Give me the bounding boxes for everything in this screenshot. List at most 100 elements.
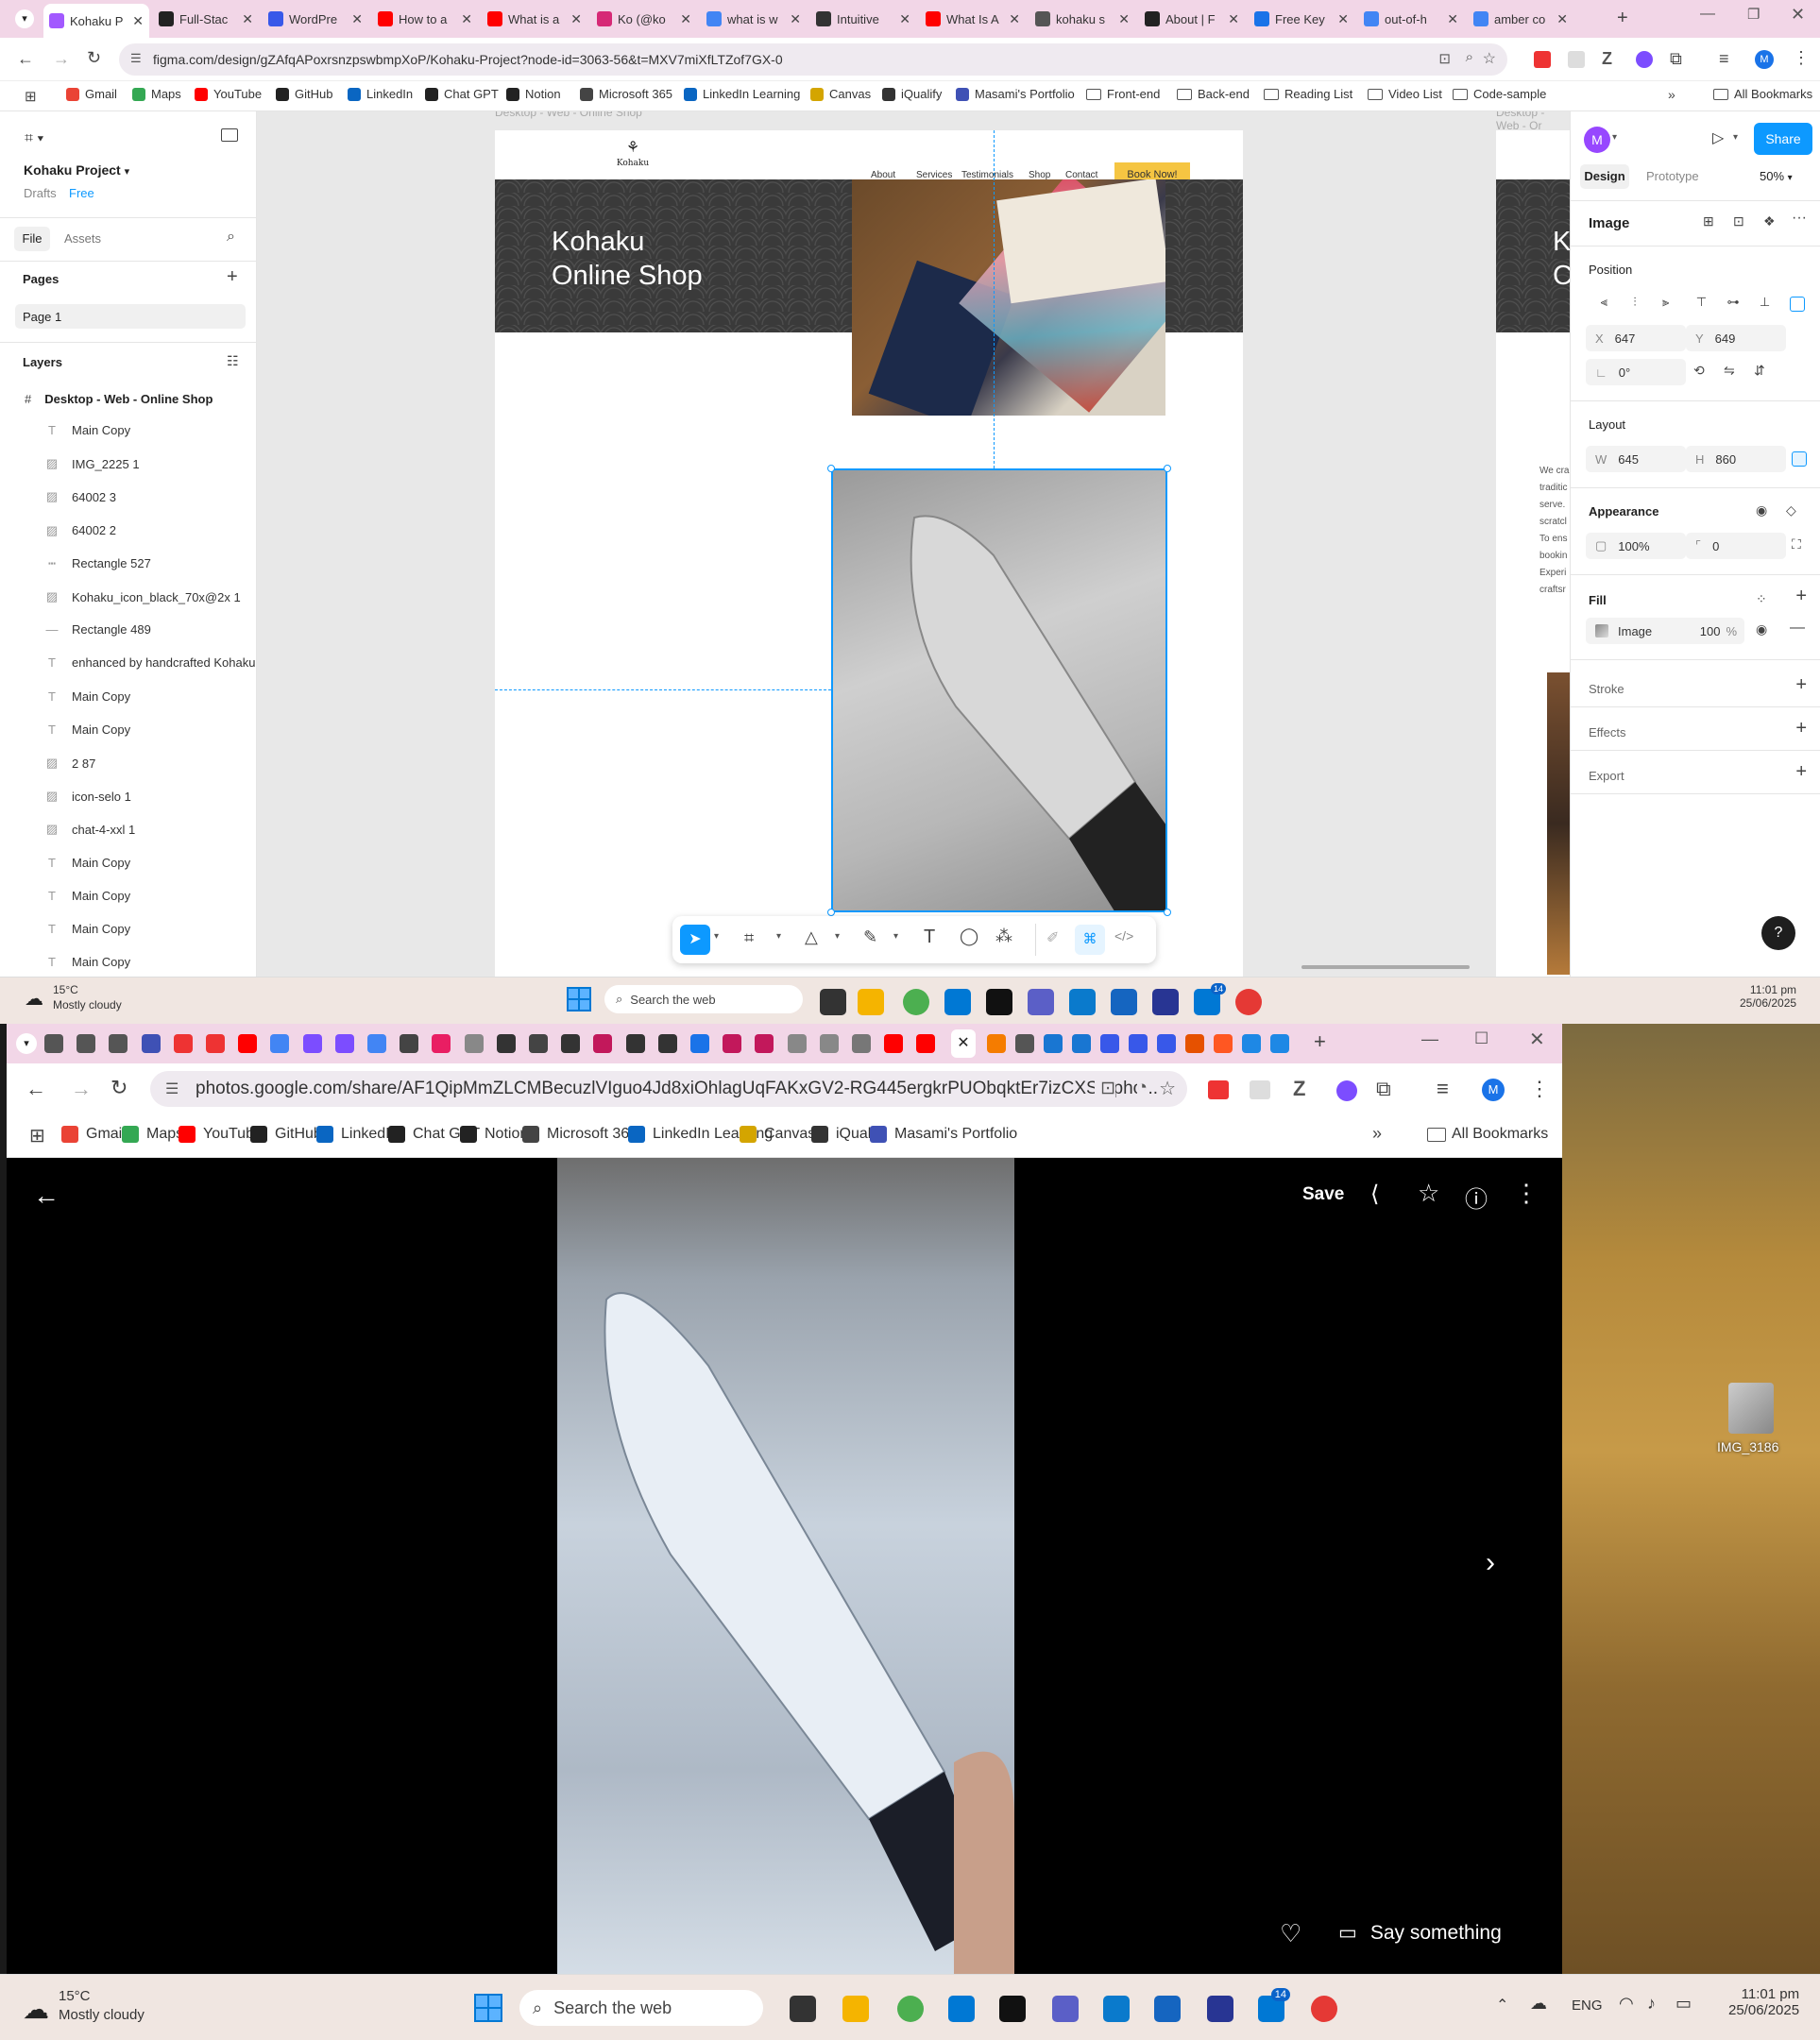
browser-tab[interactable] [755, 1034, 774, 1053]
browser-tab[interactable]: out-of-h ✕ [1358, 6, 1464, 32]
store-icon[interactable] [1111, 989, 1137, 1015]
width-input[interactable]: W 645 [1586, 446, 1686, 472]
layer-item[interactable]: ▨ Kohaku_icon_black_70x@2x 1 [45, 589, 241, 604]
terminal-icon[interactable] [999, 1996, 1026, 2022]
layer-options-icon[interactable]: ☷ [227, 353, 239, 369]
page-item[interactable]: Page 1 [15, 304, 246, 329]
terminal-icon[interactable] [986, 989, 1012, 1015]
comment-tool-icon[interactable]: ◯ [960, 926, 978, 946]
extension-icon[interactable] [1250, 1080, 1270, 1099]
close-tab-icon[interactable]: ✕ [1222, 11, 1239, 27]
layer-item[interactable]: Tenhanced by handcrafted Kohaku [45, 655, 255, 670]
close-tab-icon[interactable]: ✕ [455, 11, 472, 27]
browser-tab[interactable] [432, 1034, 451, 1053]
flip-horizontal-icon[interactable]: ⇋ [1724, 363, 1735, 379]
save-button[interactable]: Save [1302, 1184, 1344, 1205]
extensions-puzzle-icon[interactable]: ⧉ [1376, 1077, 1391, 1101]
browser-tab[interactable] [496, 1034, 516, 1053]
browser-tab[interactable] [852, 1034, 871, 1053]
taskbar-search[interactable]: ⌕ Search the web [519, 1990, 763, 2026]
outlook-icon[interactable] [948, 1996, 975, 2022]
bookmark-item[interactable]: Maps [122, 1126, 183, 1143]
bookmark-item[interactable]: Masami's Portfolio [956, 87, 1075, 101]
teams-icon[interactable] [1052, 1996, 1079, 2022]
browser-tab[interactable]: kohaku s ✕ [1029, 6, 1135, 32]
apps-grid-icon[interactable]: ⊞ [29, 1124, 45, 1148]
minimize-icon[interactable]: — [1700, 6, 1715, 23]
browser-tab[interactable] [302, 1034, 322, 1053]
zoom-icon[interactable]: ⌕ [1466, 49, 1473, 65]
align-horizontal-group[interactable]: ⫷ ⫶ ⫸ [1588, 295, 1682, 321]
bookmark-item[interactable]: Masami's Portfolio [870, 1126, 1017, 1143]
clock[interactable]: 11:01 pm 25/06/2025 [1728, 1986, 1799, 2018]
browser-tab[interactable] [723, 1034, 742, 1053]
rotation-input[interactable]: ∟ 0° [1586, 359, 1686, 385]
install-icon[interactable]: ⊡ [1095, 1078, 1115, 1099]
browser-tab[interactable]: Kohaku P ✕ [43, 4, 149, 38]
bookmark-folder[interactable]: Back-end [1177, 87, 1250, 101]
grid-icon[interactable]: ⊞ [1703, 213, 1714, 230]
project-name[interactable]: Kohaku Project ▾ [24, 162, 129, 178]
help-button[interactable]: ? [1761, 916, 1795, 950]
resize-handle[interactable] [827, 465, 835, 472]
layer-item[interactable]: T Main Copy [45, 423, 130, 437]
layer-item[interactable]: ▨ chat-4-xxl 1 [45, 822, 135, 837]
tab-search-icon[interactable]: ▾ [16, 1033, 37, 1054]
store-icon[interactable] [1154, 1996, 1181, 2022]
browser-tab[interactable]: amber co ✕ [1468, 6, 1573, 32]
wifi-icon[interactable]: ◠ [1619, 1994, 1634, 2014]
browser-tab[interactable] [1072, 1034, 1091, 1053]
bookmark-folder[interactable]: Reading List [1264, 87, 1352, 101]
layer-item[interactable]: ▨ 64002 2 [45, 523, 116, 538]
component-icon[interactable]: ❖ [1763, 213, 1776, 230]
bookmark-item[interactable]: LinkedIn [348, 87, 413, 101]
layer-item[interactable]: T Main Copy [45, 689, 130, 704]
x-input[interactable]: X 647 [1586, 325, 1686, 351]
forward-icon[interactable]: → [53, 49, 70, 69]
bookmark-item[interactable]: YouTube [195, 87, 262, 101]
back-icon[interactable]: ← [17, 49, 34, 69]
selected-knife-image[interactable] [831, 468, 1167, 912]
tab-search-icon[interactable]: ▾ [15, 9, 34, 28]
browser-tab[interactable] [1044, 1034, 1063, 1053]
new-tab-icon[interactable]: + [1314, 1029, 1326, 1054]
bookmark-item[interactable]: Gmail [66, 87, 117, 101]
bookmark-item[interactable]: LinkedIn Learning [684, 87, 800, 101]
flip-vertical-icon[interactable]: ⇵ [1754, 363, 1765, 379]
bookmark-item[interactable]: LinkedIn [316, 1126, 399, 1143]
bookmark-item[interactable]: GitHub [276, 87, 332, 101]
plan-badge[interactable]: Free [69, 186, 94, 200]
browser-tab[interactable] [44, 1034, 63, 1053]
browser-tab[interactable] [916, 1034, 936, 1053]
fill-visibility-icon[interactable]: ◉ [1756, 621, 1767, 638]
browser-tab[interactable] [1214, 1034, 1233, 1053]
frame-label[interactable]: Desktop - Web - Online Shop [495, 111, 642, 119]
browser-tab[interactable]: Free Key ✕ [1249, 6, 1354, 32]
desktop-file-label[interactable]: IMG_3186 [1717, 1439, 1778, 1454]
browser-tab[interactable] [987, 1034, 1006, 1053]
browser-tab[interactable]: How to a ✕ [372, 6, 478, 32]
back-icon[interactable]: ← [26, 1077, 46, 1101]
drafts-label[interactable]: Drafts [24, 186, 57, 200]
browser-tab[interactable] [657, 1034, 677, 1053]
present-play-icon[interactable]: ▷ [1712, 128, 1724, 147]
bookmark-item[interactable]: Gmail [61, 1126, 126, 1143]
add-fill-icon[interactable]: + [1795, 586, 1807, 607]
bookmark-item[interactable]: Microsoft 365 [522, 1126, 638, 1143]
bookmark-item[interactable]: Maps [132, 87, 181, 101]
browser-tab[interactable] [819, 1034, 839, 1053]
figma-canvas[interactable]: Desktop - Web - Online Shop Desktop - We… [257, 111, 1570, 977]
browser-tab[interactable] [400, 1034, 419, 1053]
site-info-icon[interactable]: ☰ [165, 1080, 179, 1098]
design-mode-icon[interactable]: ⌘ [1075, 925, 1105, 955]
restore-icon[interactable]: ❐ [1747, 6, 1760, 23]
all-bookmarks-2[interactable]: All Bookmarks [1427, 1126, 1548, 1143]
browser-tab[interactable] [109, 1034, 128, 1053]
bookmark-item[interactable]: Notion [506, 87, 561, 101]
chrome-icon[interactable] [897, 1996, 924, 2022]
chrome-profile-icon[interactable] [1235, 989, 1262, 1015]
browser-tab[interactable] [593, 1034, 613, 1053]
bookmark-item[interactable]: Chat GPT [425, 87, 499, 101]
language-indicator[interactable]: ENG [1572, 1998, 1603, 2014]
chrome-icon[interactable] [903, 989, 929, 1015]
